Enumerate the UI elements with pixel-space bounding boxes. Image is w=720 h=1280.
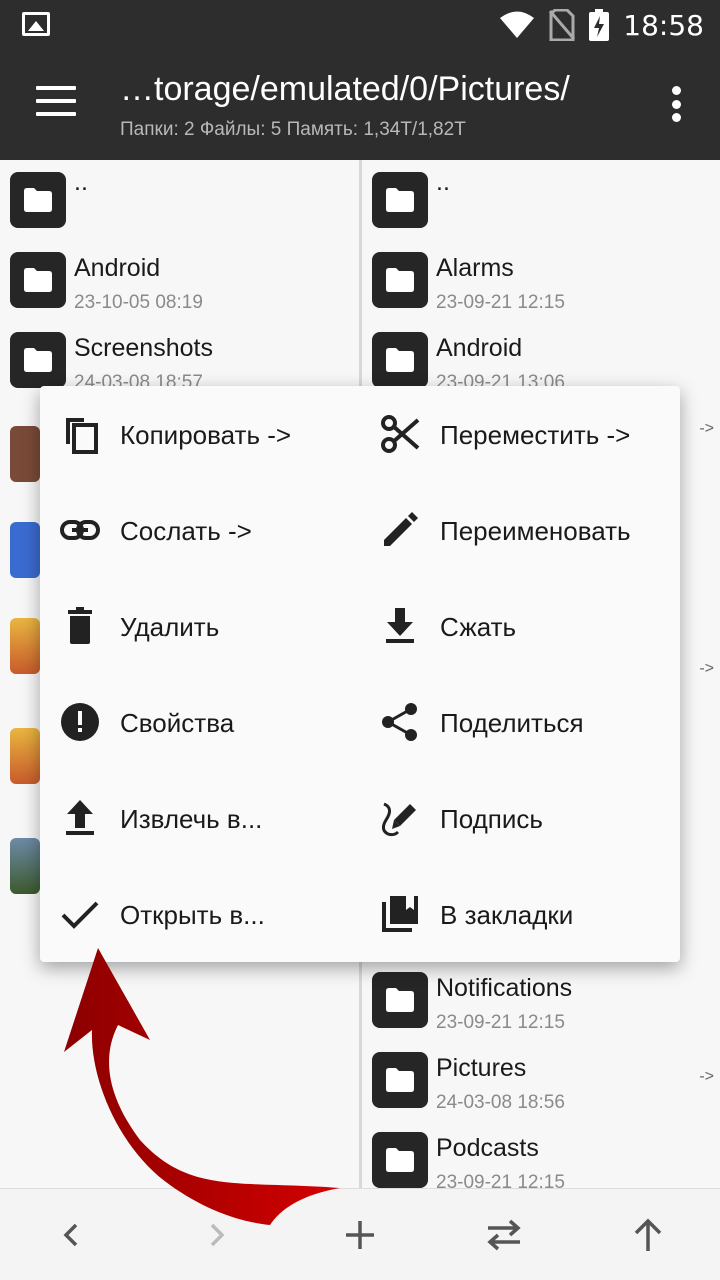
no-sim-icon [549,9,576,41]
wifi-icon [500,11,535,38]
menu-item-delete[interactable]: Удалить [40,578,360,674]
menu-item-label: Открыть в... [120,900,265,930]
folder-icon [372,1132,428,1188]
menu-item-label: Подпись [440,804,543,834]
folder-icon [10,332,66,388]
back-icon[interactable] [48,1211,96,1259]
menu-item-link[interactable]: Сослать -> [40,482,360,578]
folder-icon [372,1052,428,1108]
item-name: Screenshots [74,334,213,362]
menu-item-compress[interactable]: Сжать [360,578,680,674]
menu-item-move[interactable]: Переместить -> [360,386,680,482]
menu-item-extract[interactable]: Извлечь в... [40,770,360,866]
add-icon[interactable] [336,1211,384,1259]
menu-item-copy[interactable]: Копировать -> [40,386,360,482]
path-stats: Папки: 2 Файлы: 5 Память: 1,34T/1,82T [120,119,466,140]
menu-item-bookmark[interactable]: В закладки [360,866,680,962]
item-name: Notifications [436,974,573,1002]
folder-icon [372,972,428,1028]
signature-icon [381,802,416,837]
download-icon [386,608,414,643]
menu-item-label: Сжать [440,612,517,642]
list-item-parent[interactable]: .. [0,160,359,240]
list-item[interactable]: Alarms 23-09-21 12:15 [362,240,720,320]
menu-item-label: Переименовать [440,516,631,546]
item-name: Podcasts [436,1134,539,1162]
folder-icon [10,252,66,308]
up-directory-icon[interactable] [624,1211,672,1259]
menu-item-label: Удалить [120,612,220,642]
item-name: Pictures [436,1054,527,1082]
list-item[interactable]: Notifications 23-09-21 12:15 [362,960,720,1040]
status-bar: 18:58 [0,0,720,50]
menu-item-label: Сослать -> [120,516,252,546]
menu-item-label: Переместить -> [440,420,631,450]
item-date: 23-09-21 12:15 [436,1012,565,1033]
clock: 18:58 [623,8,704,42]
battery-charging-icon [589,9,610,41]
list-item[interactable]: Podcasts 23-09-21 12:15 [362,1120,720,1188]
item-name: .. [436,168,450,196]
link-arrow: -> [699,660,714,677]
folder-icon [372,252,428,308]
archive-file-icon[interactable] [10,426,40,482]
item-name: Android [74,254,161,282]
link-icon [60,520,100,540]
path-title: …torage/emulated/0/Pictures/ [120,70,570,108]
list-item-parent[interactable]: .. [362,160,720,240]
hamburger-menu-icon[interactable] [36,86,76,118]
folder-icon [372,332,428,388]
copy-icon [66,418,98,454]
trash-icon [68,607,92,644]
swap-panes-icon[interactable] [480,1211,528,1259]
menu-item-label: В закладки [440,900,574,930]
image-thumbnail[interactable] [10,728,40,784]
folder-icon [10,172,66,228]
image-notification-icon [22,12,50,36]
scissors-icon [381,415,420,453]
menu-item-share[interactable]: Поделиться [360,674,680,770]
link-arrow: -> [699,1068,714,1085]
menu-item-label: Копировать -> [120,420,292,450]
overflow-menu-icon[interactable] [672,86,682,122]
context-menu: Копировать -> Переместить -> Сослать -> … [40,386,680,962]
item-name: Alarms [436,254,514,282]
item-date: 23-09-21 12:15 [436,1172,565,1188]
code-file-icon[interactable] [10,522,40,578]
share-icon [382,703,417,741]
forward-icon[interactable] [192,1211,240,1259]
menu-item-properties[interactable]: Свойства [40,674,360,770]
info-icon [61,703,99,741]
bookmarks-icon [382,896,418,932]
item-name: .. [74,168,88,196]
menu-item-label: Извлечь в... [120,804,263,834]
menu-item-label: Свойства [120,708,235,738]
folder-icon [372,172,428,228]
item-date: 23-10-05 08:19 [74,292,203,313]
pencil-icon [384,512,418,546]
list-item[interactable]: Pictures 24-03-08 18:56 -> [362,1040,720,1120]
image-thumbnail[interactable] [10,618,40,674]
link-arrow: -> [699,420,714,437]
item-date: 24-03-08 18:56 [436,1092,565,1113]
bottom-toolbar [0,1188,720,1280]
image-thumbnail[interactable] [10,838,40,894]
upload-icon [66,800,94,835]
check-icon [61,901,99,929]
menu-item-sign[interactable]: Подпись [360,770,680,866]
status-icons: 18:58 [499,6,704,44]
list-item[interactable]: Android 23-10-05 08:19 [0,240,359,320]
app-toolbar: …torage/emulated/0/Pictures/ Папки: 2 Фа… [0,50,720,160]
item-name: Android [436,334,523,362]
menu-item-label: Поделиться [440,708,584,738]
menu-item-rename[interactable]: Переименовать [360,482,680,578]
menu-item-open-in[interactable]: Открыть в... [40,866,360,962]
item-date: 23-09-21 12:15 [436,292,565,313]
